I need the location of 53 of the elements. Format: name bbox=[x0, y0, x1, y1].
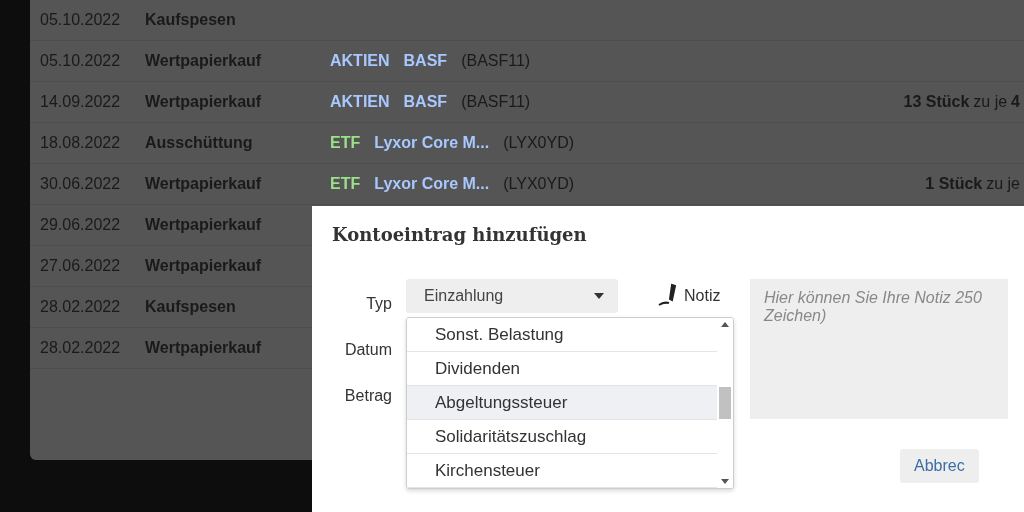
dropdown-option[interactable]: Kirchensteuer bbox=[407, 454, 717, 488]
caret-icon bbox=[594, 293, 604, 299]
date-cell: 28.02.2022 bbox=[40, 298, 121, 316]
dropdown-option[interactable]: Solidaritätszuschlag bbox=[407, 420, 717, 454]
price-text: zu je bbox=[973, 93, 1008, 111]
asset-code: (LYX0YD) bbox=[503, 175, 575, 193]
cancel-button[interactable]: Abbrec bbox=[900, 449, 979, 483]
date-cell: 05.10.2022 bbox=[40, 11, 121, 29]
type-cell: Wertpapierkauf bbox=[145, 339, 262, 357]
type-cell: Kaufspesen bbox=[145, 11, 236, 29]
type-select[interactable]: Einzahlung bbox=[406, 279, 618, 313]
asset-link[interactable]: BASF bbox=[403, 52, 448, 70]
category-label: AKTIEN bbox=[330, 52, 390, 70]
type-cell: Kaufspesen bbox=[145, 298, 236, 316]
asset-code: (BASF11) bbox=[461, 52, 531, 70]
quantity-text: 1 Stück bbox=[925, 175, 983, 193]
type-cell: Wertpapierkauf bbox=[145, 216, 262, 234]
note-field[interactable]: Hier können Sie Ihre Notiz 250 Zeichen) bbox=[750, 279, 1008, 419]
quantity-text: 13 Stück bbox=[903, 93, 970, 111]
scroll-thumb[interactable] bbox=[719, 387, 731, 419]
type-cell: Ausschüttung bbox=[145, 134, 253, 152]
date-cell: 18.08.2022 bbox=[40, 134, 121, 152]
date-cell: 29.06.2022 bbox=[40, 216, 121, 234]
type-cell: Wertpapierkauf bbox=[145, 257, 262, 275]
dropdown-option[interactable]: Dividenden bbox=[407, 352, 717, 386]
date-label: Datum bbox=[344, 341, 392, 359]
scrollbar[interactable] bbox=[717, 318, 733, 488]
scroll-down-icon[interactable] bbox=[721, 479, 729, 484]
category-label: AKTIEN bbox=[330, 93, 390, 111]
dropdown-option[interactable]: Sonst. Belastung bbox=[407, 318, 717, 352]
price-value: 4 bbox=[1011, 93, 1020, 111]
amount-label: Betrag bbox=[344, 387, 392, 405]
asset-code: (LYX0YD) bbox=[503, 134, 575, 152]
category-label: ETF bbox=[330, 175, 361, 193]
dialog-title: Kontoeintrag hinzufügen bbox=[332, 224, 588, 245]
asset-code: (BASF11) bbox=[461, 93, 531, 111]
asset-link[interactable]: Lyxor Core M... bbox=[374, 175, 490, 193]
date-cell: 05.10.2022 bbox=[40, 52, 121, 70]
date-cell: 30.06.2022 bbox=[40, 175, 121, 193]
asset-link[interactable]: Lyxor Core M... bbox=[374, 134, 490, 152]
price-text: zu je bbox=[986, 175, 1020, 193]
category-label: ETF bbox=[330, 134, 361, 152]
scroll-up-icon[interactable] bbox=[721, 322, 729, 327]
type-cell: Wertpapierkauf bbox=[145, 52, 262, 70]
note-label: Notiz bbox=[684, 287, 721, 305]
type-label: Typ bbox=[366, 295, 392, 313]
date-cell: 14.09.2022 bbox=[40, 93, 121, 111]
dropdown-option[interactable]: Abgeltungssteuer bbox=[407, 386, 717, 420]
type-cell: Wertpapierkauf bbox=[145, 93, 262, 111]
asset-link[interactable]: BASF bbox=[403, 93, 448, 111]
type-cell: Wertpapierkauf bbox=[145, 175, 262, 193]
date-cell: 27.06.2022 bbox=[40, 257, 121, 275]
date-cell: 28.02.2022 bbox=[40, 339, 121, 357]
